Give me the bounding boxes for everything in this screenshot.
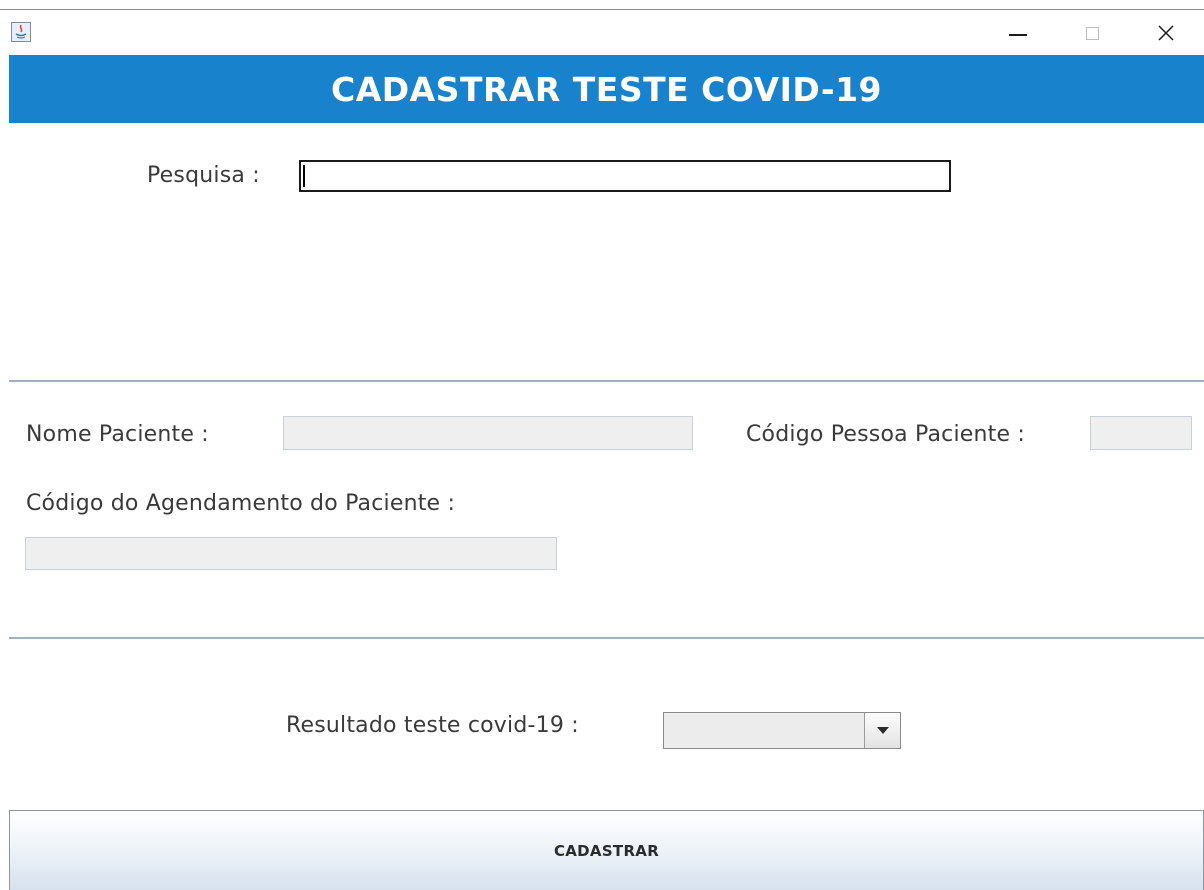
close-button[interactable] bbox=[1138, 11, 1194, 55]
appointment-code-field[interactable] bbox=[25, 537, 557, 570]
divider-top bbox=[9, 380, 1204, 382]
person-code-label: Código Pessoa Paciente : bbox=[746, 422, 1026, 447]
maximize-button[interactable] bbox=[1064, 11, 1120, 55]
cadastrar-button[interactable]: CADASTRAR bbox=[9, 810, 1204, 890]
header-banner: CADASTRAR TESTE COVID-19 bbox=[9, 55, 1204, 123]
patient-name-label: Nome Paciente : bbox=[26, 422, 209, 447]
title-bar[interactable] bbox=[0, 11, 1204, 55]
window-top-edge bbox=[0, 0, 1204, 10]
close-icon bbox=[1158, 25, 1174, 41]
result-dropdown[interactable] bbox=[663, 712, 901, 749]
text-caret bbox=[303, 165, 305, 187]
person-code-field[interactable] bbox=[1090, 416, 1192, 450]
result-selected-value bbox=[664, 713, 864, 748]
divider-bottom bbox=[9, 637, 1204, 639]
search-label: Pesquisa : bbox=[147, 163, 260, 188]
patient-name-field[interactable] bbox=[283, 416, 693, 450]
java-icon bbox=[11, 22, 31, 42]
minimize-button[interactable] bbox=[990, 11, 1046, 55]
maximize-icon bbox=[1085, 26, 1099, 40]
page-title: CADASTRAR TESTE COVID-19 bbox=[330, 69, 882, 109]
app-window: CADASTRAR TESTE COVID-19 Pesquisa : Nome… bbox=[0, 0, 1204, 890]
result-label: Resultado teste covid-19 : bbox=[286, 713, 579, 738]
minimize-icon bbox=[1009, 34, 1027, 36]
appointment-code-label: Código do Agendamento do Paciente : bbox=[26, 491, 456, 516]
cadastrar-button-label: CADASTRAR bbox=[553, 841, 660, 860]
search-input[interactable] bbox=[299, 160, 951, 192]
dropdown-button[interactable] bbox=[864, 713, 900, 748]
chevron-down-icon bbox=[876, 727, 889, 734]
